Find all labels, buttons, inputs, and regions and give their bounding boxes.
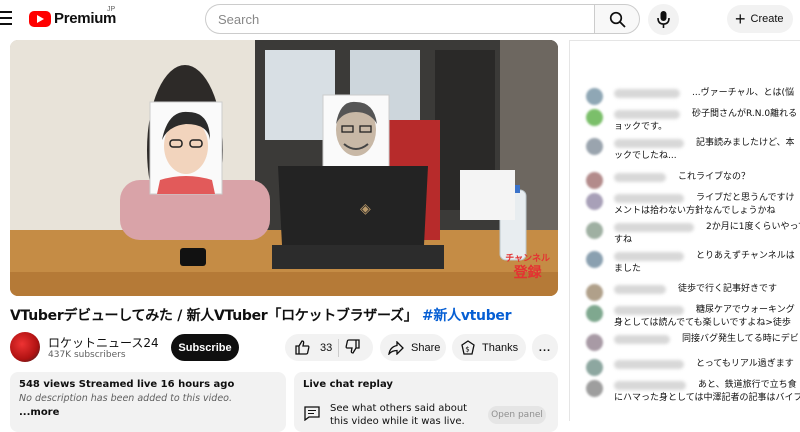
- hashtag-link[interactable]: #新人vtuber: [422, 308, 512, 324]
- share-label: Share: [411, 341, 441, 354]
- description-box[interactable]: 548 views Streamed live 16 hours ago No …: [10, 372, 286, 432]
- description-text: No description has been added to this vi…: [19, 393, 233, 404]
- subscribe-overlay: チャンネル 登録: [505, 252, 550, 280]
- chat-message-text-continued: ました: [614, 264, 642, 274]
- video-title-text: VTuberデビューしてみた / 新人VTuber「ロケットブラザーズ」: [10, 308, 418, 324]
- more-actions-button[interactable]: ...: [532, 334, 558, 361]
- youtube-premium-logo[interactable]: Premium JP: [29, 6, 116, 27]
- overlay-line1: チャンネル: [505, 254, 550, 264]
- chat-author-avatar[interactable]: [586, 334, 603, 351]
- chat-author-avatar[interactable]: [586, 88, 603, 105]
- thumbs-up-icon: [295, 340, 310, 355]
- chat-author-name-blurred[interactable]: [614, 223, 694, 232]
- chat-author-avatar[interactable]: [586, 138, 603, 155]
- chat-author-name-blurred[interactable]: [614, 139, 684, 148]
- chat-author-avatar[interactable]: [586, 222, 603, 239]
- thanks-label: Thanks: [482, 341, 519, 354]
- chat-message-text-continued: ックでしたね...: [614, 151, 677, 161]
- chat-message-text: あと、鉄道旅行で立ち食: [698, 380, 797, 390]
- chat-message-text: 2か月に1度くらいやってるみ: [706, 222, 800, 232]
- chat-message-text-continued: 身としては読んでても楽しいですよね>徒歩: [614, 318, 791, 328]
- open-panel-button[interactable]: Open panel: [488, 406, 546, 424]
- chat-author-name-blurred[interactable]: [614, 360, 684, 369]
- chat-message-text: これライブなの？: [678, 172, 751, 182]
- chat-author-avatar[interactable]: [586, 305, 603, 322]
- chat-message-text: ライブだと思うんですけ: [696, 193, 795, 203]
- overlay-line2: 登録: [513, 265, 542, 281]
- dislike-button[interactable]: [345, 338, 360, 357]
- chat-author-name-blurred[interactable]: [614, 89, 680, 98]
- chat-author-avatar[interactable]: [586, 109, 603, 126]
- region-label: JP: [107, 6, 116, 13]
- live-chat-panel: ...ヴァーチャル、とは(悩 砂子間さんがR.N.0離れるョックです。記事読みまし…: [569, 40, 800, 421]
- youtube-play-icon: [29, 10, 51, 27]
- chat-author-avatar[interactable]: [586, 172, 603, 189]
- chat-author-name-blurred[interactable]: [614, 252, 684, 261]
- chat-message-text: 糖尿ケアでウォーキング: [696, 305, 795, 315]
- chat-message-text: 徒歩で行く記事好きです: [678, 284, 778, 294]
- video-frame: ◈: [10, 40, 558, 296]
- thumbs-down-icon: [345, 338, 360, 354]
- chat-message-text: とってもリアル過ぎます: [696, 359, 794, 369]
- search-input[interactable]: [218, 11, 578, 27]
- chat-bubble-icon: [304, 406, 320, 421]
- search-icon: [609, 11, 626, 28]
- chat-message-text-continued: ョックです。: [614, 122, 668, 132]
- view-stats: 548 views Streamed live 16 hours ago: [19, 379, 235, 390]
- like-count: 33: [320, 341, 333, 354]
- top-bar: Premium JP + Create: [0, 0, 800, 38]
- channel-avatar[interactable]: [10, 332, 40, 362]
- chat-author-avatar[interactable]: [586, 251, 603, 268]
- chat-message-text: 同接バグ発生してる時にデビ: [682, 334, 799, 344]
- subscribe-button[interactable]: Subscribe: [171, 334, 239, 361]
- search-box[interactable]: [205, 4, 594, 34]
- chat-message-text-continued: メントは拾わない方針なんでしょうかね: [614, 206, 776, 216]
- chat-message-text-continued: すね: [614, 235, 633, 245]
- video-player[interactable]: ◈ チャンネル 登録: [10, 40, 558, 296]
- chat-author-avatar[interactable]: [586, 284, 603, 301]
- chat-message-text: 記事読みましたけど、本: [696, 138, 795, 148]
- chat-message-text-continued: にハマった身としては中澤記者の記事はバイブ: [614, 393, 800, 403]
- live-chat-replay-text: See what others said about this video wh…: [330, 403, 468, 427]
- chat-author-name-blurred[interactable]: [614, 285, 666, 294]
- create-label: Create: [750, 13, 784, 25]
- like-divider: [338, 338, 340, 357]
- create-button[interactable]: + Create: [727, 5, 793, 33]
- live-chat-replay-heading: Live chat replay: [303, 379, 393, 390]
- share-icon: [388, 340, 404, 355]
- like-dislike-group: 33: [285, 334, 373, 361]
- chat-author-name-blurred[interactable]: [614, 110, 680, 119]
- chat-message-text: 砂子間さんがR.N.0離れる: [692, 109, 798, 119]
- super-thanks-icon: $: [461, 339, 475, 355]
- svg-text:$: $: [465, 345, 469, 353]
- chat-author-name-blurred[interactable]: [614, 381, 686, 390]
- svg-text:◈: ◈: [360, 201, 371, 217]
- search-button[interactable]: [594, 4, 640, 34]
- chat-author-name-blurred[interactable]: [614, 335, 670, 344]
- microphone-icon: [657, 11, 670, 28]
- subscriber-count: 437K subscribers: [48, 350, 126, 360]
- thanks-button[interactable]: $ Thanks: [452, 334, 526, 361]
- channel-name[interactable]: ロケットニュース24: [48, 334, 159, 351]
- plus-icon: +: [735, 9, 746, 29]
- chat-author-name-blurred[interactable]: [614, 173, 666, 182]
- chat-author-avatar[interactable]: [586, 380, 603, 397]
- video-title: VTuberデビューしてみた / 新人VTuber「ロケットブラザーズ」 #新人…: [10, 305, 512, 325]
- chat-author-name-blurred[interactable]: [614, 306, 684, 315]
- chat-message-text: ...ヴァーチャル、とは(悩: [692, 88, 795, 98]
- chat-author-name-blurred[interactable]: [614, 194, 684, 203]
- like-button[interactable]: 33: [285, 340, 332, 355]
- chat-message-text: とりあえずチャンネルは: [696, 251, 795, 261]
- chat-author-avatar[interactable]: [586, 193, 603, 210]
- show-more-link[interactable]: ...more: [19, 407, 277, 418]
- live-chat-replay-card: Live chat replay See what others said ab…: [294, 372, 558, 432]
- voice-search-button[interactable]: [648, 4, 679, 35]
- share-button[interactable]: Share: [380, 334, 446, 361]
- menu-icon[interactable]: [0, 11, 12, 25]
- chat-author-avatar[interactable]: [586, 359, 603, 376]
